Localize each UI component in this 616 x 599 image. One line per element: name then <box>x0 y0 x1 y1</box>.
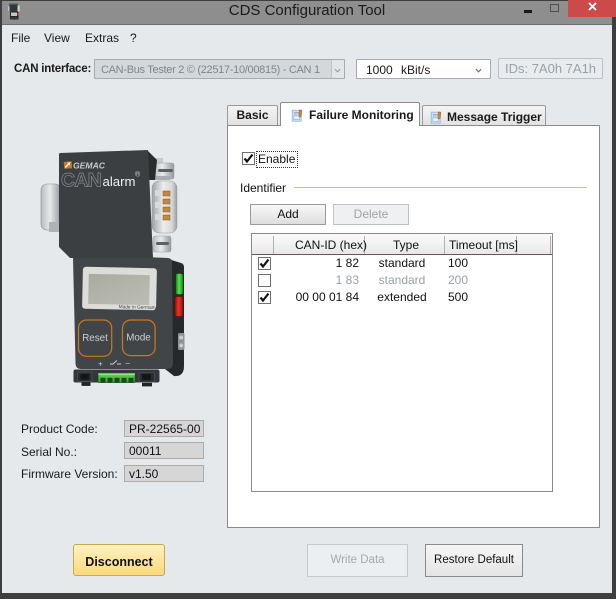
svg-text:®: ® <box>135 171 141 179</box>
svg-text:Mode: Mode <box>126 333 151 344</box>
svg-text:Reset: Reset <box>82 333 108 344</box>
svg-text:CAN: CAN <box>61 170 101 192</box>
svg-text:+: + <box>98 360 103 369</box>
svg-text:–: – <box>126 359 131 368</box>
svg-text:alarm: alarm <box>103 174 136 189</box>
svg-text:Made in Germany: Made in Germany <box>119 304 158 311</box>
